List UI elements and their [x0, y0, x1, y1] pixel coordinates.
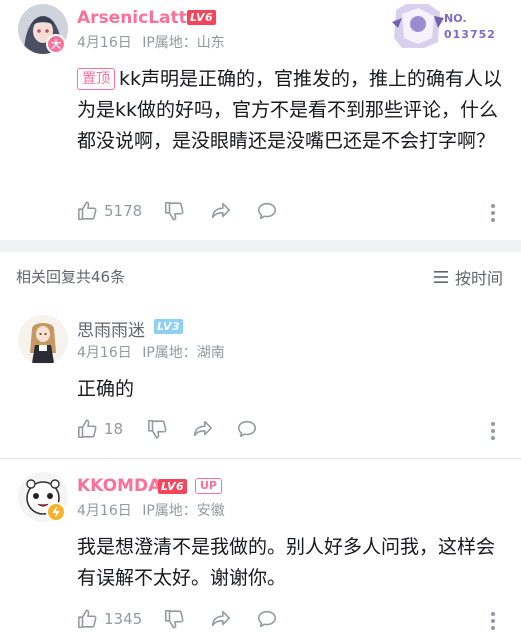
avatar[interactable]	[18, 472, 68, 522]
comment-date: 4月16日	[77, 345, 132, 361]
like-button[interactable]: 1345	[77, 608, 142, 630]
fan-badge-label: NO.	[444, 12, 467, 25]
sort-label: 按时间	[454, 269, 503, 288]
comment-actions: 5178	[77, 200, 509, 226]
fan-card-icon	[392, 4, 444, 48]
reply-item: 思雨雨迷 LV3 4月16日 IP属地：湖南 正确的 18	[0, 300, 521, 455]
avatar[interactable]	[18, 315, 68, 365]
fan-medal-badge: NO. 013752	[388, 2, 498, 50]
reply-divider	[0, 458, 521, 459]
sort-icon	[433, 271, 448, 283]
thumbs-up-icon	[78, 201, 97, 221]
more-options-icon[interactable]	[486, 202, 500, 224]
thumbs-up-icon	[78, 609, 97, 629]
share-button[interactable]	[209, 608, 233, 630]
share-icon	[193, 420, 213, 437]
share-icon	[211, 610, 231, 627]
level-badge: LV3	[154, 319, 184, 334]
reply-item: KKOMDA LV6 UP 4月16日 IP属地：安徽 我是想澄清不是我做的。别…	[0, 462, 521, 640]
replies-header: 相关回复共46条 按时间	[0, 262, 521, 290]
more-options-icon[interactable]	[486, 420, 500, 442]
like-count: 5178	[104, 202, 143, 220]
reply-button[interactable]	[235, 418, 259, 440]
username[interactable]: 思雨雨迷	[77, 316, 145, 341]
comment-bubble-icon	[257, 610, 277, 628]
comment-actions: 18	[77, 418, 509, 444]
level-badge: LV6	[187, 10, 217, 25]
comment-bubble-icon	[257, 202, 277, 220]
sort-by-time-button[interactable]: 按时间	[433, 265, 503, 289]
vip-badge-icon: 大	[46, 34, 66, 54]
more-options-icon[interactable]	[486, 610, 500, 632]
comment-ip: IP属地：湖南	[142, 345, 225, 361]
share-icon	[211, 202, 231, 219]
share-button[interactable]	[209, 200, 233, 222]
comment-actions: 1345	[77, 608, 509, 634]
username[interactable]: ArsenicLatte	[77, 8, 198, 28]
like-button[interactable]: 18	[77, 418, 123, 440]
comment-ip: IP属地：山东	[142, 35, 225, 51]
comment-meta: 4月16日 IP属地：湖南	[77, 342, 225, 362]
comment-date: 4月16日	[77, 35, 132, 51]
comment-text: kk声明是正确的，官推发的，推上的确有人以为是kk做的好吗，官方不是看不到那些评…	[77, 68, 503, 152]
svg-text:大: 大	[51, 38, 61, 51]
dislike-button[interactable]	[164, 608, 186, 630]
comment-pinned: 大 ArsenicLatte LV6 NO. 013752 4月16日 IP属地…	[0, 0, 521, 240]
reply-count-label: 相关回复共46条	[16, 268, 126, 286]
thumbs-down-icon	[165, 201, 184, 221]
section-divider	[0, 240, 521, 252]
pinned-tag: 置顶	[77, 68, 115, 90]
comment-meta: 4月16日 IP属地：山东	[77, 32, 225, 52]
reply-button[interactable]	[255, 608, 279, 630]
dislike-button[interactable]	[147, 418, 169, 440]
dislike-button[interactable]	[164, 200, 186, 222]
thumbs-down-icon	[148, 419, 167, 439]
comment-meta: 4月16日 IP属地：安徽	[77, 500, 225, 520]
comment-text-block: 置顶 kk声明是正确的，官推发的，推上的确有人以为是kk做的好吗，官方不是看不到那…	[77, 64, 509, 157]
verified-badge-icon	[46, 502, 66, 522]
level-badge: LV6	[158, 479, 188, 494]
up-badge: UP	[195, 478, 222, 494]
fan-badge-number: 013752	[444, 28, 496, 41]
reply-button[interactable]	[255, 200, 279, 222]
username[interactable]: KKOMDA	[77, 476, 161, 496]
comment-ip: IP属地：安徽	[142, 503, 225, 519]
thumbs-down-icon	[165, 609, 184, 629]
thumbs-up-icon	[78, 419, 97, 439]
like-button[interactable]: 5178	[77, 200, 142, 222]
comment-text: 正确的	[77, 378, 135, 400]
share-button[interactable]	[191, 418, 215, 440]
like-count: 1345	[104, 610, 143, 628]
like-count: 18	[104, 420, 124, 438]
comment-date: 4月16日	[77, 503, 132, 519]
comment-text: 我是想澄清不是我做的。别人好多人问我，这样会有误解不太好。谢谢你。	[77, 536, 496, 589]
avatar[interactable]: 大	[18, 4, 68, 54]
comment-bubble-icon	[237, 420, 257, 438]
